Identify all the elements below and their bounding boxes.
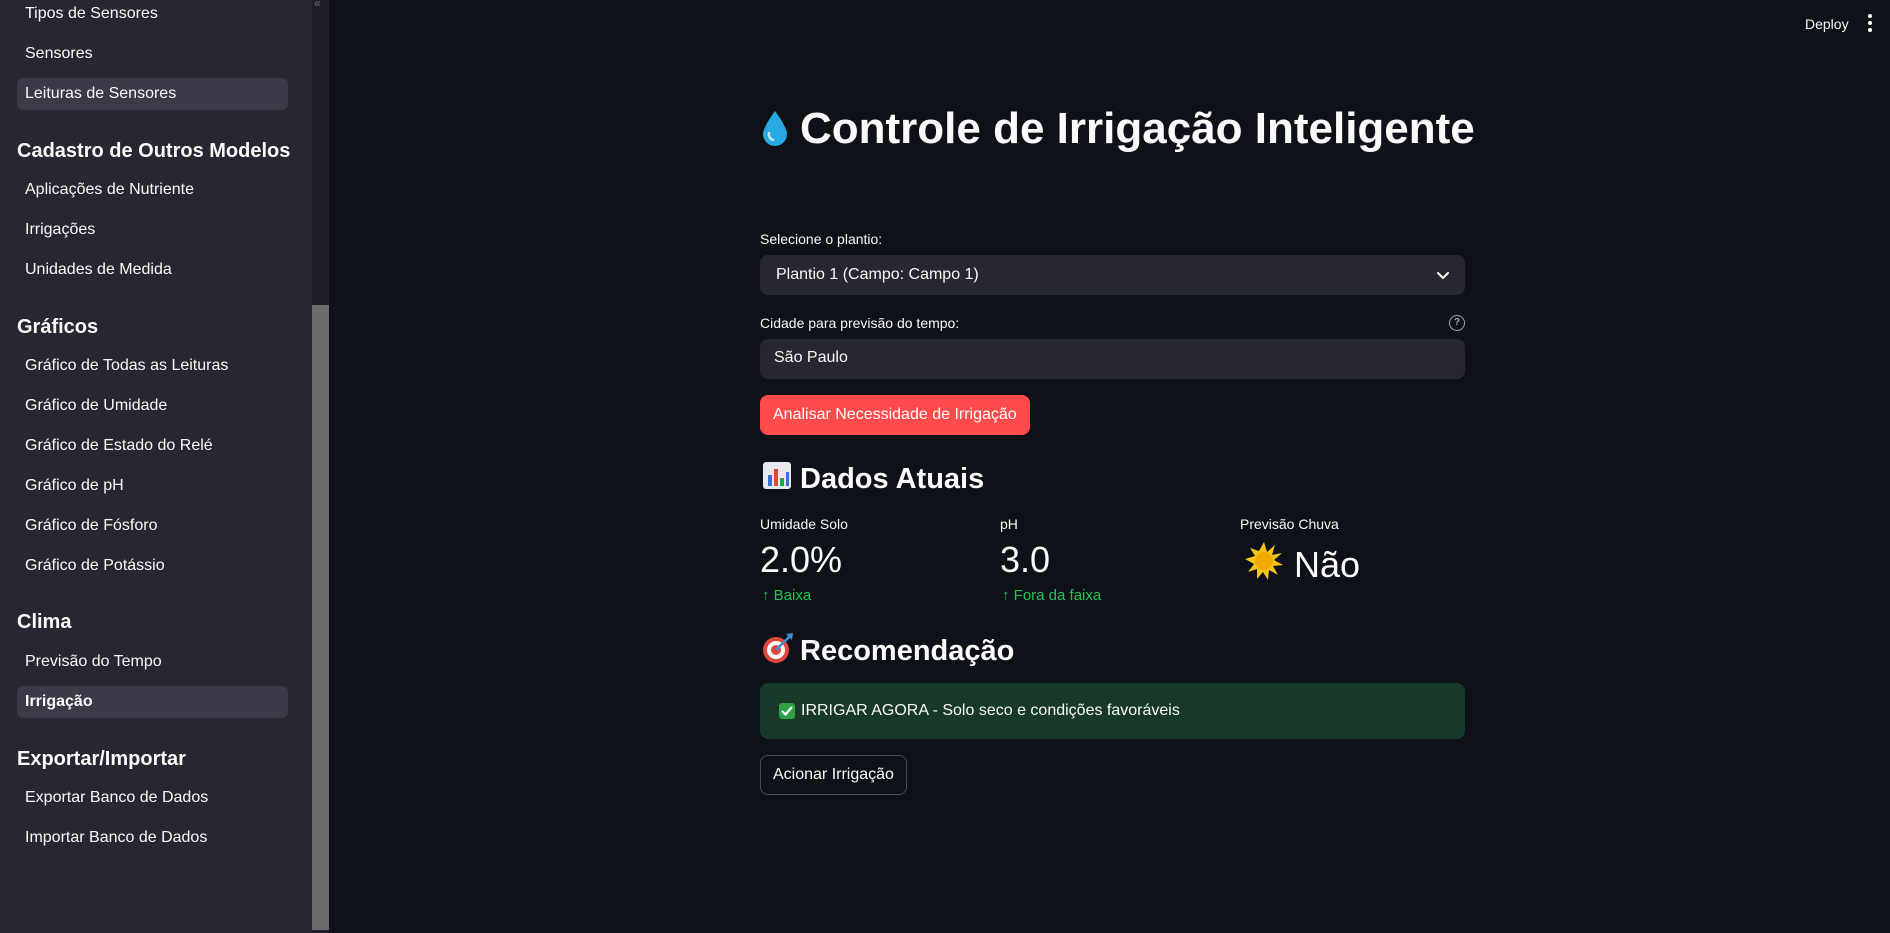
metric-umidade-label: Umidade Solo xyxy=(760,516,848,532)
droplet-icon xyxy=(763,111,787,146)
sidebar-item-aplicacoes-de-nutriente[interactable]: Aplicações de Nutriente xyxy=(17,174,288,206)
arrow-up-icon: ↑ xyxy=(762,587,770,604)
sun-icon xyxy=(1245,542,1283,580)
sidebar-item-grafico-potassio[interactable]: Gráfico de Potássio xyxy=(17,550,288,582)
sidebar-item-exportar-banco[interactable]: Exportar Banco de Dados xyxy=(17,782,288,814)
sidebar-group-cadastro-outros-modelos: Cadastro de Outros Modelos xyxy=(17,140,291,162)
cidade-input[interactable] xyxy=(774,349,1444,367)
sidebar-item-tipos-de-sensores[interactable]: Tipos de Sensores xyxy=(17,0,288,30)
sidebar-item-grafico-umidade[interactable]: Gráfico de Umidade xyxy=(17,390,288,422)
sidebar-group-clima: Clima xyxy=(17,611,72,633)
sidebar-group-graficos: Gráficos xyxy=(17,316,99,338)
arrow-up-icon: ↑ xyxy=(1002,587,1010,604)
plantio-select[interactable]: Plantio 1 (Campo: Campo 1) xyxy=(760,255,1465,295)
sidebar-scrollbar-thumb[interactable] xyxy=(312,305,329,930)
cidade-label: Cidade para previsão do tempo: xyxy=(760,315,960,331)
sidebar-item-irrigacao[interactable]: Irrigação xyxy=(17,686,288,718)
sidebar-item-grafico-estado-rele[interactable]: Gráfico de Estado do Relé xyxy=(17,430,288,462)
sidebar-item-leituras-de-sensores[interactable]: Leituras de Sensores xyxy=(17,78,288,110)
recomendacao-heading: Recomendação xyxy=(762,632,1014,668)
sidebar: Tipos de Sensores Sensores Leituras de S… xyxy=(0,0,312,933)
analisar-button[interactable]: Analisar Necessidade de Irrigação xyxy=(760,395,1030,435)
dados-atuais-heading: Dados Atuais xyxy=(762,461,984,496)
sidebar-item-sensores[interactable]: Sensores xyxy=(17,38,288,70)
recomendacao-message: IRRIGAR AGORA - Solo seco e condições fa… xyxy=(801,702,1180,719)
metric-umidade-value: 2.0% xyxy=(760,539,843,580)
metric-ph-label: pH xyxy=(1000,516,1018,532)
checkmark-icon xyxy=(779,703,795,719)
sidebar-item-previsao-do-tempo[interactable]: Previsão do Tempo xyxy=(17,646,288,678)
sidebar-item-importar-banco[interactable]: Importar Banco de Dados xyxy=(17,822,288,854)
sidebar-item-unidades-de-medida[interactable]: Unidades de Medida xyxy=(17,254,288,286)
sidebar-item-grafico-ph[interactable]: Gráfico de pH xyxy=(17,470,288,502)
bar-chart-icon xyxy=(763,462,791,489)
target-icon xyxy=(763,633,793,663)
kebab-menu-icon[interactable] xyxy=(1868,14,1874,34)
metric-ph-value: 3.0 xyxy=(1000,539,1051,580)
metric-ph-delta: ↑ Fora da faixa xyxy=(1002,587,1102,604)
metric-chuva-value: Não xyxy=(1244,541,1360,586)
help-icon[interactable]: ? xyxy=(1449,315,1465,331)
sidebar-item-grafico-fosforo[interactable]: Gráfico de Fósforo xyxy=(17,510,288,542)
plantio-selected-value: Plantio 1 (Campo: Campo 1) xyxy=(776,266,979,283)
page-title: Controle de Irrigação Inteligente xyxy=(760,104,1475,154)
plantio-label: Selecione o plantio: xyxy=(760,231,883,247)
metric-umidade-delta: ↑ Baixa xyxy=(762,587,812,604)
double-chevron-left-icon[interactable]: « xyxy=(314,0,321,10)
sidebar-group-exportar-importar: Exportar/Importar xyxy=(17,748,186,770)
sidebar-item-irrigacoes[interactable]: Irrigações xyxy=(17,214,288,246)
deploy-button[interactable]: Deploy xyxy=(1805,16,1849,32)
chevron-down-icon xyxy=(1437,272,1449,279)
sidebar-item-grafico-todas-leituras[interactable]: Gráfico de Todas as Leituras xyxy=(17,350,288,382)
acionar-irrigacao-button[interactable]: Acionar Irrigação xyxy=(760,755,907,795)
cidade-input-container[interactable] xyxy=(760,339,1465,379)
recomendacao-alert: IRRIGAR AGORA - Solo seco e condições fa… xyxy=(760,683,1465,739)
metric-chuva-label: Previsão Chuva xyxy=(1240,516,1339,532)
